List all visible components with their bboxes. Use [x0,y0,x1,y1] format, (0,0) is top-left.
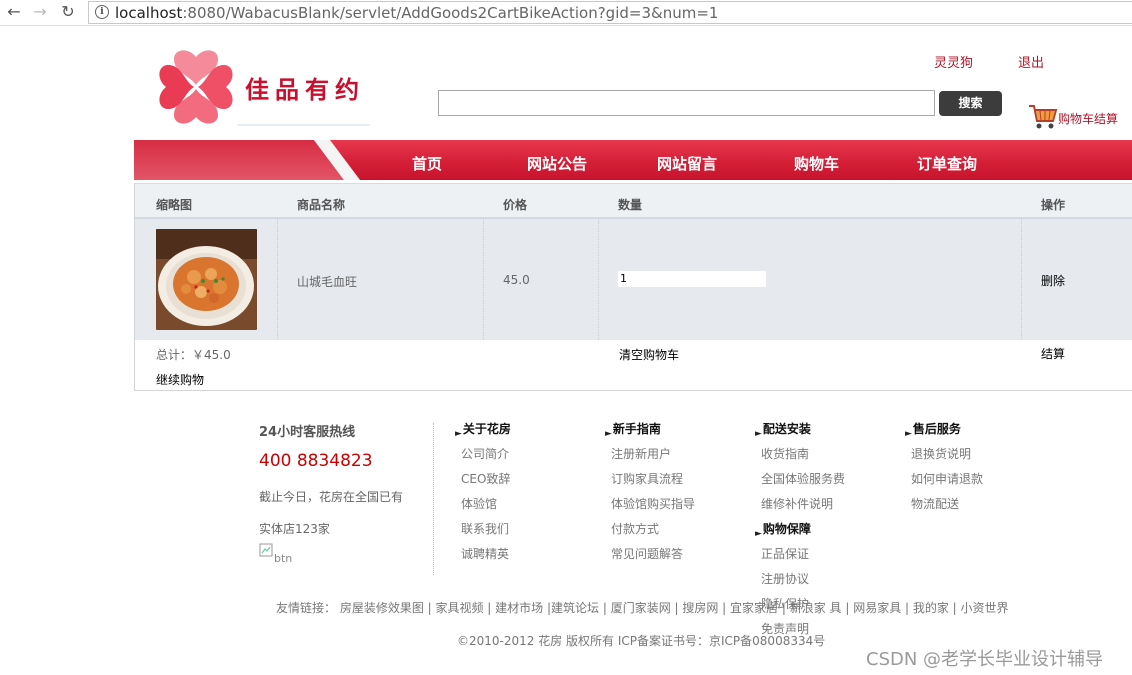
nav-item-announcements[interactable]: 网站公告 [527,153,587,174]
footer-link[interactable]: 物流配送 [911,495,959,512]
info-icon[interactable]: i [95,5,109,19]
footer-link[interactable]: 订购家具流程 [611,470,683,487]
footer-col-delivery-title: ►配送安装 [755,420,811,439]
search-input[interactable] [438,90,935,116]
clear-cart-link[interactable]: 清空购物车 [619,346,679,363]
footer-link[interactable]: 公司简介 [461,445,509,462]
footer-col-about-title: ►关于花房 [455,420,511,439]
nav-item-orders[interactable]: 订单查询 [917,153,977,174]
heart-flower-icon [159,50,233,124]
footer-col-title-text: 关于花房 [462,422,511,436]
arrow-icon: ► [905,429,912,439]
broken-image-glyph-icon [259,543,273,557]
url-text: localhost:8080/WabacusBlank/servlet/AddG… [115,4,718,22]
csdn-watermark: CSDN @老学长毕业设计辅导 [866,649,1104,670]
footer-col-title-text: 售后服务 [912,422,961,436]
quantity-input[interactable]: 1 [618,271,766,287]
url-path: :8080/WabacusBlank/servlet/AddGoods2Cart… [182,4,719,22]
footer-link[interactable]: 诚聘精英 [461,545,509,562]
column-divider [483,219,484,340]
footer-col-title-text: 购物保障 [762,522,811,536]
cart-table-header: 缩略图 商品名称 价格 数量 操作 [135,183,1132,219]
shopping-cart-icon[interactable] [1028,103,1058,131]
footer-link[interactable]: 如何申请退款 [911,470,983,487]
arrow-icon: ► [755,529,762,539]
address-bar[interactable]: i localhost:8080/WabacusBlank/servlet/Ad… [88,1,1132,24]
logout-link[interactable]: 退出 [1018,52,1044,71]
nav-background [134,140,1132,180]
footer-link[interactable]: 注册新用户 [611,445,671,462]
user-name-link[interactable]: 灵灵狗 [934,52,973,71]
cart-total: 总计：￥45.0 [156,348,231,362]
header-action: 操作 [1041,198,1066,212]
hotline-title: 24小时客服热线 [259,425,356,440]
checkout-link[interactable]: 结算 [1041,345,1065,362]
footer-divider [433,423,434,575]
product-name[interactable]: 山城毛血旺 [297,273,357,290]
product-price: 45.0 [503,273,530,287]
column-divider [598,219,599,340]
continue-shopping-link[interactable]: 继续购物 [156,371,204,388]
forward-arrow-icon[interactable]: → [30,2,50,22]
arrow-icon: ► [755,429,762,439]
footer-col-title-text: 配送安装 [762,422,811,436]
header-name: 商品名称 [297,198,346,212]
footer-link[interactable]: 联系我们 [461,520,509,537]
cart-table: 缩略图 商品名称 价格 数量 操作 山城毛血旺 45.0 1 删除 总计：￥45… [134,183,1132,391]
footer-link[interactable]: 常见问题解答 [611,545,683,562]
column-divider [277,219,278,340]
arrow-icon: ► [455,429,462,439]
arrow-icon: ► [605,429,612,439]
header-quantity: 数量 [618,198,643,212]
table-row: 山城毛血旺 45.0 1 删除 [135,219,1132,340]
footer-link[interactable]: 付款方式 [611,520,659,537]
column-divider [1021,219,1022,340]
broken-image-alt: btn [274,552,293,565]
friend-links[interactable]: 友情链接： 房屋装修效果图 | 家具视频 | 建材市场 |建筑论坛 | 厦门家装… [276,599,1009,616]
hotline-phone: 400 8834823 [259,451,373,471]
logo-underline [237,124,370,126]
footer-col-guide-title: ►新手指南 [605,420,661,439]
footer-link[interactable]: 注册协议 [761,570,809,587]
footer-link[interactable]: CEO致辞 [461,470,510,487]
logo-text: 佳品有约 [245,75,365,104]
nav-item-messages[interactable]: 网站留言 [657,153,717,174]
browser-toolbar: ← → ↻ i localhost:8080/WabacusBlank/serv… [0,0,1132,26]
footer-link[interactable]: 维修补件说明 [761,495,833,512]
delete-link[interactable]: 删除 [1041,272,1065,289]
footer-col-guarantee-title: ►购物保障 [755,520,811,539]
footer-col-title-text: 新手指南 [612,422,661,436]
back-arrow-icon[interactable]: ← [4,2,24,22]
broken-image-icon[interactable]: btn [259,543,299,567]
copyright-text: ©2010-2012 花房 版权所有 ICP备案证书号：京ICP备0800833… [457,634,826,648]
store-count-line1: 截止今日，花房在全国已有 [259,490,404,504]
search-button[interactable]: 搜索 [939,91,1002,116]
footer-link[interactable]: 全国体验服务费 [761,470,845,487]
store-count-line2: 实体店123家 [259,522,330,536]
footer-link[interactable]: 体验馆购买指导 [611,495,695,512]
product-thumbnail[interactable] [156,229,257,330]
footer-link[interactable]: 正品保证 [761,545,809,562]
cart-checkout-link[interactable]: 购物车结算 [1058,110,1118,127]
main-nav: 首页 网站公告 网站留言 购物车 订单查询 [134,140,1132,180]
header-thumb: 缩略图 [156,198,193,212]
nav-item-cart[interactable]: 购物车 [794,153,839,174]
footer-link[interactable]: 体验馆 [461,495,497,512]
url-host: localhost [115,4,183,22]
nav-item-home[interactable]: 首页 [412,153,442,174]
reload-icon[interactable]: ↻ [58,2,78,22]
footer-col-aftersales-title: ►售后服务 [905,420,961,439]
header-price: 价格 [503,198,528,212]
site-logo[interactable]: 佳品有约 [152,46,370,128]
footer-link[interactable]: 退换货说明 [911,445,971,462]
footer-link[interactable]: 收货指南 [761,445,809,462]
